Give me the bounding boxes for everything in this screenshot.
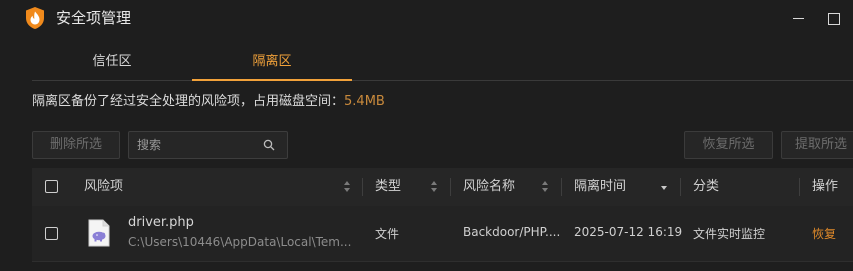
row-checkbox[interactable] xyxy=(45,227,58,240)
maximize-icon[interactable] xyxy=(823,8,843,28)
tab-bar: 信任区 隔离区 xyxy=(32,45,853,81)
sort-icon[interactable] xyxy=(431,181,438,193)
title-bar: 安全项管理 xyxy=(0,0,853,36)
php-file-icon xyxy=(88,219,110,247)
select-all-checkbox[interactable] xyxy=(45,180,58,193)
column-divider[interactable] xyxy=(450,178,451,196)
sort-icon[interactable] xyxy=(542,181,549,193)
header-type[interactable]: 类型 xyxy=(375,168,401,206)
header-action: 操作 xyxy=(812,179,839,194)
tab-quarantine-zone[interactable]: 隔离区 xyxy=(192,45,352,81)
column-divider[interactable] xyxy=(799,178,800,196)
cell-type: 文件 xyxy=(375,227,400,241)
file-name: driver.php xyxy=(128,215,194,230)
column-divider[interactable] xyxy=(561,178,562,196)
header-risk-name[interactable]: 风险名称 xyxy=(463,168,515,206)
sort-icon[interactable] xyxy=(344,181,351,193)
search-box xyxy=(128,131,288,159)
search-input[interactable] xyxy=(137,136,257,154)
delete-selected-button[interactable]: 删除所选 xyxy=(32,131,120,159)
security-manager-window: 安全项管理 信任区 隔离区 隔离区备份了经过安全处理的风险项，占用磁盘空间：5.… xyxy=(0,0,853,271)
file-path: C:\Users\10446\AppData\Local\Tem... xyxy=(128,235,352,249)
header-category[interactable]: 分类 xyxy=(693,168,719,206)
disk-usage-value: 5.4MB xyxy=(344,94,385,109)
tab-trust-zone[interactable]: 信任区 xyxy=(32,45,192,81)
cell-category: 文件实时监控 xyxy=(693,227,766,241)
cell-risk-name: Backdoor/PHP.... xyxy=(463,225,561,239)
minimize-icon[interactable] xyxy=(788,8,808,28)
table-row[interactable]: driver.php C:\Users\10446\AppData\Local\… xyxy=(32,206,853,262)
extract-selected-button[interactable]: 提取所选 xyxy=(781,131,853,159)
header-risk-item[interactable]: 风险项 xyxy=(84,168,123,206)
info-text: 隔离区备份了经过安全处理的风险项，占用磁盘空间： xyxy=(32,94,345,109)
shield-flame-icon xyxy=(24,6,46,30)
column-divider[interactable] xyxy=(680,178,681,196)
search-icon[interactable] xyxy=(263,139,275,151)
window-title: 安全项管理 xyxy=(56,9,132,27)
table-header: 风险项 类型 风险名称 隔离时间 分类 操作 xyxy=(32,168,853,206)
header-quarantine-time[interactable]: 隔离时间 xyxy=(574,168,626,206)
restore-link[interactable]: 恢复 xyxy=(812,225,836,242)
sort-desc-icon[interactable] xyxy=(661,181,668,193)
restore-selected-button[interactable]: 恢复所选 xyxy=(684,131,773,159)
column-divider[interactable] xyxy=(362,178,363,196)
quarantine-info: 隔离区备份了经过安全处理的风险项，占用磁盘空间：5.4MB xyxy=(32,93,385,111)
cell-quarantine-time: 2025-07-12 16:19 xyxy=(574,225,683,239)
